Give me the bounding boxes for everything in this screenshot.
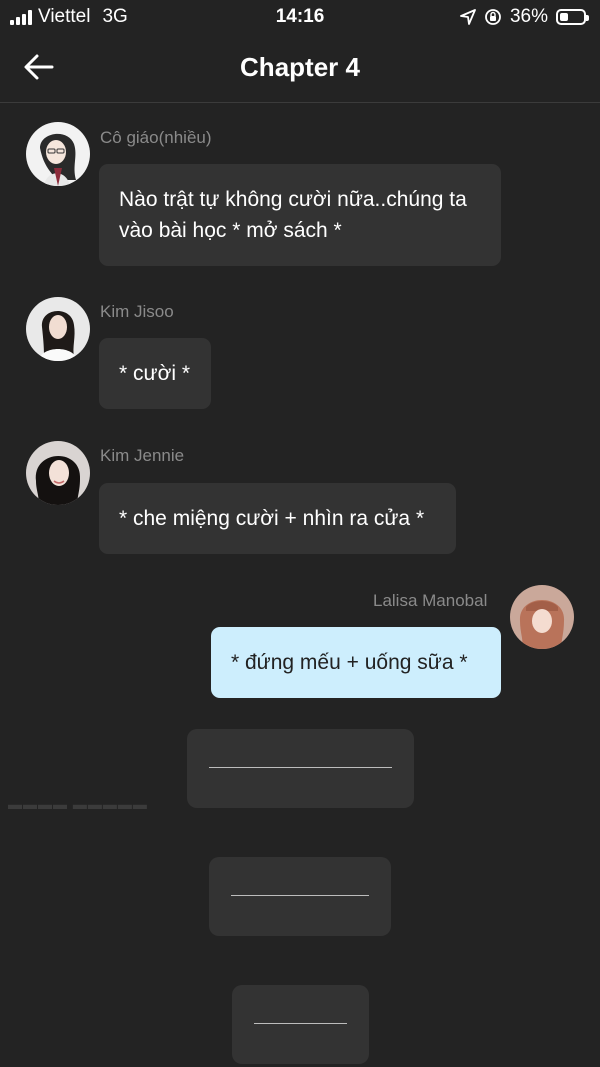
location-icon: [460, 9, 476, 25]
status-bar: Viettel 3G 14:16 36%: [0, 0, 600, 34]
message-bubble: Nào trật tự không cười nữa..chúng ta vào…: [99, 164, 501, 266]
avatar-kim-jennie[interactable]: [26, 441, 90, 505]
divider-line: [254, 1023, 347, 1024]
battery-icon: [556, 9, 589, 25]
nav-bar: Chapter 4: [0, 34, 600, 103]
sender-name: Kim Jennie: [100, 446, 185, 465]
avatar-lalisa-manobal[interactable]: [510, 585, 574, 649]
avatar-kim-jisoo[interactable]: [26, 297, 90, 361]
own-message-bubble: * đứng mếu + uống sữa *: [211, 627, 501, 698]
divider-card: [209, 857, 391, 936]
battery-percent: 36%: [509, 6, 548, 27]
divider-line: [209, 767, 392, 768]
avatar-teacher[interactable]: [26, 122, 90, 186]
watermark: ▬▬▬▬ ▬▬▬▬▬: [8, 796, 148, 812]
sender-name: Cô giáo(nhiều): [100, 128, 212, 147]
divider-card: [232, 985, 369, 1064]
divider-line: [231, 895, 369, 896]
message-bubble: * cười *: [99, 338, 211, 409]
status-right: 36%: [460, 6, 589, 28]
page-title: Chapter 4: [240, 52, 360, 82]
battery-fill: [560, 13, 568, 21]
battery-nub: [586, 15, 589, 21]
divider-card: [187, 729, 414, 808]
orientation-lock-icon: [485, 9, 501, 25]
sender-name: Kim Jisoo: [100, 302, 174, 321]
sender-name: Lalisa Manobal: [373, 591, 488, 610]
message-bubble: * che miệng cười + nhìn ra cửa *: [99, 483, 456, 554]
